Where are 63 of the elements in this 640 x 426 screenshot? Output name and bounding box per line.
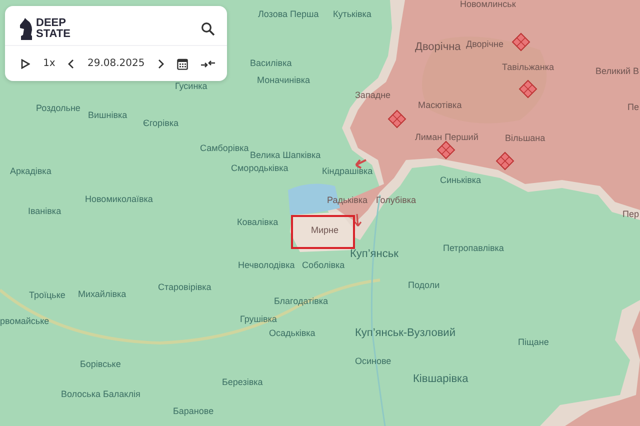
place-label: Піщане xyxy=(518,338,549,347)
place-label: рвомайське xyxy=(0,317,50,326)
place-label: Роздольне xyxy=(36,104,80,113)
place-label: Вільшана xyxy=(505,134,546,143)
place-label: Гусинка xyxy=(175,82,208,91)
place-label: Смородьківка xyxy=(231,164,288,173)
place-label: Дворічна xyxy=(415,42,461,53)
logo-text: DEEP STATE xyxy=(36,18,70,40)
place-label: Дворічне xyxy=(466,40,504,49)
place-label: Голубівка xyxy=(376,196,416,205)
place-label: Новомиколаївка xyxy=(85,195,153,204)
place-label: Куп’янськ xyxy=(350,249,398,260)
place-label: Ковалівка xyxy=(237,218,278,227)
previous-day-button[interactable] xyxy=(68,58,74,69)
place-label: Кіндрашівка xyxy=(322,167,373,176)
place-label: Волоська Балаклія xyxy=(61,390,140,399)
place-label: Вишнівка xyxy=(88,111,128,120)
date-text: 29.08.2025 xyxy=(87,58,145,70)
place-label: Соболівка xyxy=(302,261,345,270)
place-label: Нечволодівка xyxy=(238,261,295,270)
place-label: Баранове xyxy=(173,407,214,416)
place-label: Василівка xyxy=(250,59,292,68)
place-label: Ківшарівка xyxy=(413,374,468,385)
place-label: Куп’янськ-Вузловий xyxy=(355,328,456,339)
place-label: Самборівка xyxy=(200,144,249,153)
knight-logo-icon xyxy=(19,18,33,40)
place-label: Велика Шапківка xyxy=(250,151,321,160)
place-label: Синьківка xyxy=(440,176,482,185)
place-label: Петропавлівка xyxy=(443,244,504,253)
calendar-button[interactable] xyxy=(176,58,188,70)
place-label: Мирне xyxy=(311,226,339,235)
arrow-icon xyxy=(355,159,367,169)
place-label: Троїцьке xyxy=(29,291,66,300)
arrow-icon xyxy=(354,213,362,227)
place-label: Благодатівка xyxy=(274,297,328,306)
place-label: Кутьківка xyxy=(333,10,372,19)
play-button[interactable] xyxy=(21,58,30,69)
next-day-button[interactable] xyxy=(158,58,164,69)
place-label: Березівка xyxy=(222,378,263,387)
place-label: Тавільжанка xyxy=(502,63,554,72)
place-label: Масютівка xyxy=(418,101,462,110)
place-label: Іванівка xyxy=(28,207,62,216)
place-label: Новомлинськ xyxy=(460,0,516,9)
place-label: Подоли xyxy=(408,281,440,290)
highlight-frame xyxy=(291,215,355,249)
speed-button[interactable]: 1x xyxy=(43,58,56,70)
compare-arrows-button[interactable] xyxy=(200,58,215,70)
place-label: Великий В xyxy=(596,67,639,76)
place-label: Моначинівка xyxy=(257,76,310,85)
search-button[interactable] xyxy=(201,22,215,36)
place-label: Грушівка xyxy=(240,315,277,324)
place-label: Западне xyxy=(355,91,391,100)
place-label: Єгорівка xyxy=(143,119,178,128)
place-label: Пе xyxy=(628,103,639,112)
place-label: Осинове xyxy=(355,357,392,366)
place-label: Аркадівка xyxy=(10,167,52,176)
place-label: Пер xyxy=(622,210,639,219)
place-label: Михайлівка xyxy=(78,290,126,299)
place-label: Лиман Перший xyxy=(415,133,478,142)
place-label: Осадьківка xyxy=(269,329,316,338)
place-label: Борівське xyxy=(80,360,121,369)
place-label: Старовірівка xyxy=(158,283,212,292)
place-label: Лозова Перша xyxy=(258,10,319,19)
